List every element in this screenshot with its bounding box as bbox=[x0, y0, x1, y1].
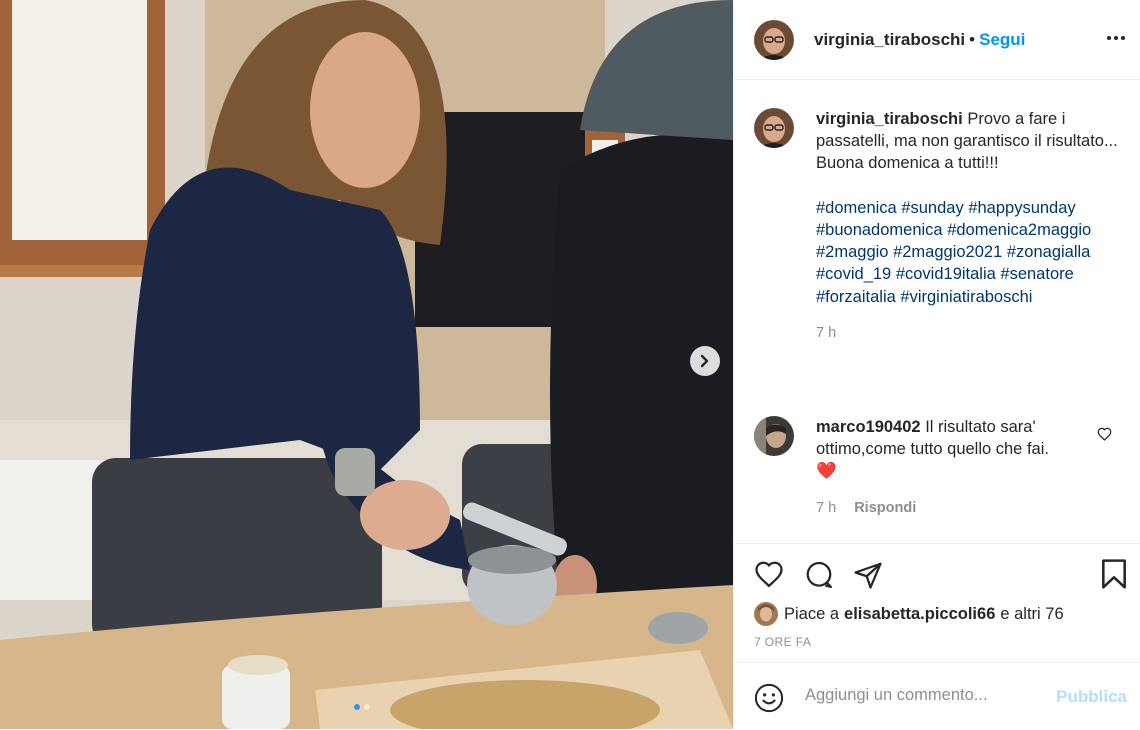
smiley-icon bbox=[754, 683, 784, 713]
hashtag-link[interactable]: #happysunday bbox=[968, 199, 1075, 217]
hashtag-link[interactable]: #forzaitalia bbox=[816, 288, 896, 306]
save-button[interactable] bbox=[1100, 558, 1128, 595]
reply-button[interactable]: Rispondi bbox=[854, 500, 916, 516]
carousel-dot-active bbox=[354, 704, 360, 710]
liker-avatar[interactable] bbox=[754, 602, 778, 626]
hashtag-link[interactable]: #2maggio2021 bbox=[893, 243, 1002, 261]
hashtag-link[interactable]: #domenica bbox=[816, 199, 897, 217]
more-horizontal-icon bbox=[1107, 36, 1125, 40]
caption-line-2: Buona domenica a tutti!!! bbox=[816, 154, 999, 173]
hashtag-link[interactable]: #covid_19 bbox=[816, 265, 891, 283]
comment-body: marco190402 Il risultato sara' ottimo,co… bbox=[816, 416, 1096, 483]
carousel-dot bbox=[364, 704, 370, 710]
comment-like-button[interactable] bbox=[1097, 427, 1112, 446]
emoji-picker-button[interactable] bbox=[754, 683, 784, 718]
commenter-avatar[interactable] bbox=[754, 416, 794, 456]
comment-button[interactable] bbox=[804, 560, 834, 595]
hashtag-link[interactable]: #domenica2maggio bbox=[947, 221, 1091, 239]
comment-input[interactable] bbox=[803, 685, 1037, 706]
comment-timestamp[interactable]: 7 h bbox=[816, 500, 836, 516]
header-separator: • bbox=[969, 29, 976, 49]
next-photo-button[interactable] bbox=[690, 346, 720, 376]
like-button[interactable] bbox=[754, 560, 784, 593]
author-username[interactable]: virginia_tiraboschi bbox=[814, 30, 965, 50]
hashtag-link[interactable]: #virginiatiraboschi bbox=[900, 288, 1032, 306]
comment-bubble-icon bbox=[806, 561, 832, 588]
publish-button[interactable]: Pubblica bbox=[1056, 687, 1127, 707]
caption-avatar-image bbox=[754, 108, 794, 148]
follow-button[interactable]: Segui bbox=[979, 30, 1025, 50]
liker-username[interactable]: elisabetta.piccoli66 bbox=[844, 605, 995, 624]
hashtag-link[interactable]: #sunday bbox=[901, 199, 963, 217]
likes-summary: Piace a elisabetta.piccoli66 e altri 76 bbox=[754, 602, 1064, 626]
post-photo[interactable] bbox=[0, 0, 733, 729]
hashtag-link[interactable]: #covid19italia bbox=[896, 265, 996, 283]
liker-avatar-image bbox=[754, 602, 778, 626]
caption-timestamp[interactable]: 7 h bbox=[816, 322, 1122, 344]
post-timestamp[interactable]: 7 ORE FA bbox=[754, 635, 811, 649]
author-avatar[interactable] bbox=[754, 19, 794, 60]
caption-text-block: virginia_tiraboschi Provo a fare i passa… bbox=[816, 108, 1122, 344]
share-button[interactable] bbox=[853, 560, 883, 595]
commenter-avatar-image bbox=[754, 416, 794, 456]
heart-outline-icon bbox=[1097, 427, 1112, 441]
hashtag-link[interactable]: #senatore bbox=[1000, 265, 1073, 283]
post-actions: Piace a elisabetta.piccoli66 e altri 76 … bbox=[734, 543, 1140, 664]
likes-prefix: Piace a bbox=[784, 604, 840, 623]
comment-author[interactable]: marco190402 bbox=[816, 418, 921, 436]
post-photo-illustration bbox=[0, 0, 733, 729]
hashtag-link[interactable]: #zonagialla bbox=[1007, 243, 1090, 261]
likes-suffix[interactable]: e altri 76 bbox=[1000, 605, 1063, 624]
comment-emoji: ❤️ bbox=[816, 462, 837, 481]
add-comment-bar: Pubblica bbox=[734, 662, 1140, 730]
post-side-panel: virginia_tiraboschi • Segui virginia_tir… bbox=[733, 0, 1140, 729]
author-avatar-image bbox=[754, 19, 794, 60]
caption-author[interactable]: virginia_tiraboschi bbox=[816, 110, 963, 128]
caption-author-avatar[interactable] bbox=[754, 108, 794, 148]
paper-plane-icon bbox=[854, 562, 882, 589]
carousel-indicator bbox=[354, 704, 370, 710]
hashtag-link[interactable]: #2maggio bbox=[816, 243, 888, 261]
hashtag-list: #domenica #sunday #happysunday #buonadom… bbox=[816, 199, 1091, 306]
chevron-right-icon bbox=[700, 354, 709, 368]
more-options-button[interactable] bbox=[1106, 28, 1126, 53]
comment-meta: 7 h Rispondi bbox=[816, 500, 916, 516]
post-header: virginia_tiraboschi • Segui bbox=[734, 0, 1140, 80]
hashtag-link[interactable]: #buonadomenica bbox=[816, 221, 943, 239]
bookmark-icon bbox=[1102, 559, 1126, 589]
heart-icon bbox=[755, 561, 783, 588]
